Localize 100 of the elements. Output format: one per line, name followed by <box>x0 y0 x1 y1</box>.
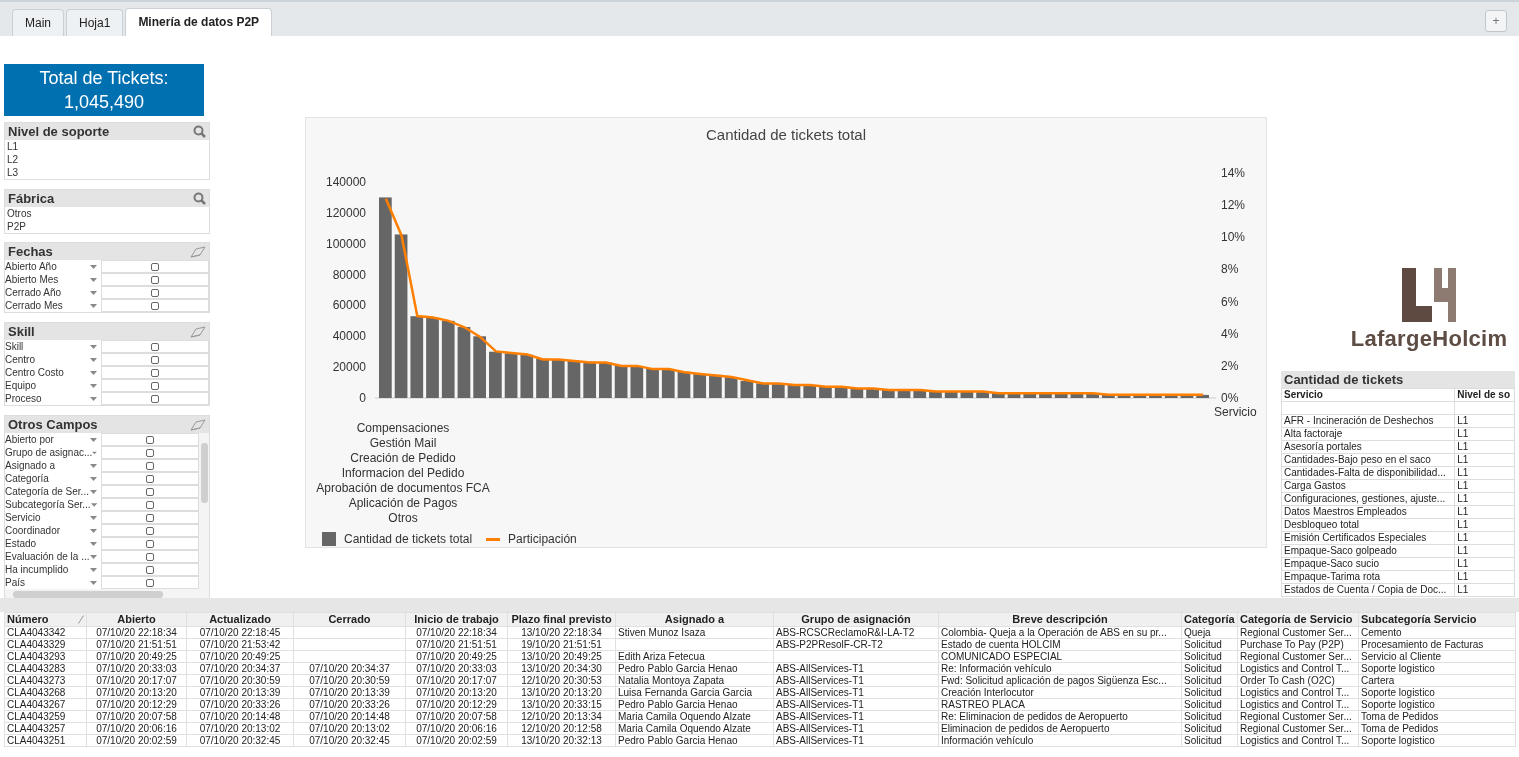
sort-indicator-icon[interactable] <box>78 615 84 624</box>
dropdown-caret-icon[interactable] <box>90 357 97 362</box>
dropdown-caret-icon[interactable] <box>90 344 97 349</box>
column-header[interactable]: Abierto <box>86 612 187 627</box>
table-cell: L1 <box>1454 505 1515 519</box>
dropdown-caret-icon[interactable] <box>90 502 97 507</box>
table-cell: 07/10/20 20:07:58 <box>405 710 508 723</box>
table-cell: L1 <box>1454 518 1515 532</box>
dropdown-caret-icon[interactable] <box>90 290 97 295</box>
field-value-box[interactable] <box>101 260 209 273</box>
dropdown-caret-icon[interactable] <box>90 277 97 282</box>
column-header[interactable]: Actualizado <box>186 612 294 627</box>
column-header[interactable]: Nivel de so <box>1454 388 1515 402</box>
dropdown-caret-icon[interactable] <box>90 437 97 442</box>
dropdown-caret-icon[interactable] <box>90 264 97 269</box>
column-header[interactable]: Servicio <box>1281 388 1455 402</box>
scrollbar-thumb[interactable] <box>13 590 163 598</box>
list-item[interactable]: L2 <box>5 153 209 166</box>
dropdown-caret-icon[interactable] <box>90 476 97 481</box>
scrollbar-thumb[interactable] <box>200 443 208 503</box>
field-value-box[interactable] <box>101 299 209 312</box>
column-header[interactable]: Categoría de Servicio <box>1237 612 1359 627</box>
chart-bar <box>520 354 534 398</box>
dropdown-caret-icon[interactable] <box>90 370 97 375</box>
search-icon[interactable] <box>193 125 206 138</box>
table-cell: 07/10/20 20:12:29 <box>86 698 187 711</box>
table-cell: Solicitud <box>1181 710 1238 723</box>
field-value-box[interactable] <box>101 550 199 563</box>
field-value-box[interactable] <box>101 340 209 353</box>
sheet-tab[interactable]: Main <box>12 9 64 36</box>
column-header[interactable]: Inicio de trabajo <box>405 612 508 627</box>
column-header[interactable]: Grupo de asignación <box>773 612 939 627</box>
table-cell: Servicio al Cliente <box>1358 650 1516 663</box>
column-header[interactable]: Plazo final previsto <box>507 612 616 627</box>
dropdown-caret-icon[interactable] <box>90 580 97 585</box>
field-value-box[interactable] <box>101 392 209 405</box>
empty-square-icon <box>151 288 159 297</box>
dimension-label: Otros <box>388 511 418 525</box>
chart-bar <box>944 391 958 398</box>
dropdown-caret-icon[interactable] <box>90 528 97 533</box>
dropdown-caret-icon[interactable] <box>92 450 97 455</box>
field-value-box[interactable] <box>101 563 199 576</box>
table-cell: Información vehículo <box>938 734 1182 747</box>
list-item[interactable]: Otros <box>5 207 209 220</box>
chart-bar <box>960 391 974 398</box>
field-label: Cerrado Año <box>5 286 62 299</box>
column-header[interactable]: Breve descripción <box>938 612 1182 627</box>
dropdown-caret-icon[interactable] <box>90 554 97 559</box>
column-header[interactable]: Subcategoría Servicio <box>1358 612 1516 627</box>
list-item[interactable]: L3 <box>5 166 209 179</box>
table-cell: ABS-AllServices-T1 <box>773 674 939 687</box>
dropdown-caret-icon[interactable] <box>90 541 97 546</box>
dropdown-caret-icon[interactable] <box>90 303 97 308</box>
vertical-scrollbar[interactable] <box>199 433 209 589</box>
table-cell: CLA4043342 <box>4 626 87 639</box>
table-cell: L1 <box>1454 544 1515 558</box>
search-icon[interactable] <box>193 192 206 205</box>
total-tickets-title: Total de Tickets: <box>39 68 169 88</box>
horizontal-scrollbar[interactable] <box>5 589 209 598</box>
column-header[interactable]: Asignado a <box>615 612 774 627</box>
dropdown-caret-icon[interactable] <box>90 383 97 388</box>
field-value-box[interactable] <box>101 366 209 379</box>
list-item[interactable]: P2P <box>5 220 209 233</box>
dropdown-caret-icon[interactable] <box>90 463 97 468</box>
list-item[interactable]: L1 <box>5 140 209 153</box>
table-cell: L1 <box>1454 492 1515 506</box>
field-value-box[interactable] <box>101 446 199 459</box>
table-cell: Datos Maestros Empleados <box>1281 505 1455 519</box>
dropdown-caret-icon[interactable] <box>90 396 97 401</box>
field-value-box[interactable] <box>101 273 209 286</box>
eraser-icon[interactable] <box>190 325 206 338</box>
field-label: Abierto Mes <box>5 273 59 286</box>
table-cell: Pedro Pablo Garcia Henao <box>615 698 774 711</box>
column-header[interactable]: Cerrado <box>293 612 406 627</box>
table-cell: 07/10/20 20:06:16 <box>86 722 187 735</box>
column-header[interactable]: Categoría <box>1181 612 1238 627</box>
field-value-box[interactable] <box>101 459 199 472</box>
sheet-tab[interactable]: Minería de datos P2P <box>125 8 273 36</box>
table-cell: Configuraciones, gestiones, ajuste... <box>1281 492 1455 506</box>
dropdown-caret-icon[interactable] <box>90 567 97 572</box>
sheet-tab[interactable]: Hoja1 <box>66 9 124 36</box>
add-sheet-button[interactable]: + <box>1485 10 1507 32</box>
field-value-box[interactable] <box>101 472 199 485</box>
field-value-box[interactable] <box>101 353 209 366</box>
field-value-box[interactable] <box>101 286 209 299</box>
field-value-box[interactable] <box>101 498 199 511</box>
chart-bar <box>473 336 486 398</box>
field-label: País <box>5 576 25 589</box>
field-value-box[interactable] <box>101 576 199 589</box>
dropdown-caret-icon[interactable] <box>90 515 97 520</box>
field-value-box[interactable] <box>101 379 209 392</box>
eraser-icon[interactable] <box>190 245 206 258</box>
eraser-icon[interactable] <box>190 418 206 431</box>
field-value-box[interactable] <box>101 485 199 498</box>
field-value-box[interactable] <box>101 511 199 524</box>
table-cell: L1 <box>1454 531 1515 545</box>
dropdown-caret-icon[interactable] <box>90 489 97 494</box>
field-value-box[interactable] <box>101 524 199 537</box>
field-value-box[interactable] <box>101 537 199 550</box>
field-value-box[interactable] <box>101 433 199 446</box>
